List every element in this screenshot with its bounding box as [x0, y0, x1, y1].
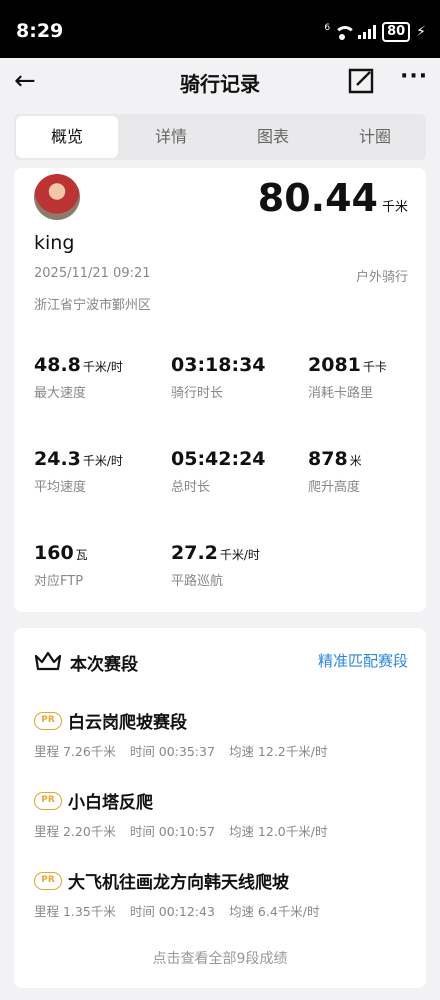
stat-value: 24.3: [34, 448, 81, 470]
battery-level: 80: [387, 24, 406, 39]
tab-bar: 概览 详情 图表 计圈: [14, 114, 426, 160]
tab-overview[interactable]: 概览: [16, 116, 118, 158]
app-header: ← 骑行记录 ···: [0, 58, 440, 108]
stat-label: 平均速度: [34, 480, 87, 495]
stat-value: 05:42:24: [171, 448, 266, 470]
username: king: [34, 232, 75, 254]
stat-unit: 瓦: [75, 548, 88, 562]
stat-value: 160: [34, 542, 74, 564]
stat-max-speed: 48.8 千米/时 最大速度: [34, 354, 123, 401]
crown-icon: [34, 651, 62, 671]
page-title: 骑行记录: [180, 72, 260, 96]
segment-time: 时间 00:12:43: [129, 904, 215, 919]
stat-label: 爬升高度: [308, 480, 361, 495]
stat-value: 2081: [308, 354, 361, 376]
stat-unit: 米: [349, 454, 362, 468]
stat-label: 消耗卡路里: [308, 386, 374, 401]
ride-type: 户外骑行: [355, 270, 408, 285]
segments-card: 本次赛段 精准匹配赛段 PR 白云岗爬坡赛段 里程 7.26千米 时间 00:35:…: [14, 628, 426, 988]
signal-icon: [358, 25, 377, 39]
stat-unit: 千米/时: [82, 360, 123, 374]
precise-match-link[interactable]: 精准匹配赛段: [318, 650, 408, 671]
more-options-icon[interactable]: ···: [400, 64, 428, 89]
stat-value: 48.8: [34, 354, 81, 376]
segment-speed: 均速 12.2千米/时: [228, 744, 328, 759]
ride-location: 浙江省宁波市鄞州区: [34, 298, 152, 313]
pr-badge-icon: PR: [34, 871, 62, 890]
segment-speed: 均速 12.0千米/时: [228, 824, 328, 839]
stat-elevation-gain: 878 米 爬升高度: [308, 448, 362, 495]
segment-distance: 里程 2.20千米: [34, 824, 116, 839]
share-icon[interactable]: [348, 68, 374, 94]
pr-badge-icon: PR: [34, 791, 62, 810]
segment-item[interactable]: PR 白云岗爬坡赛段 里程 7.26千米 时间 00:35:37 均速 12.2千米/…: [34, 708, 414, 760]
charging-icon: ⚡: [416, 24, 426, 40]
pr-badge-icon: PR: [34, 711, 62, 730]
battery-icon: 80: [382, 22, 411, 42]
segment-distance: 里程 7.26千米: [34, 744, 116, 759]
distance-unit: 千米: [381, 200, 408, 215]
segment-name: 白云岗爬坡赛段: [68, 713, 187, 733]
network-type-label: 6: [324, 23, 331, 33]
stat-total-time: 05:42:24 总时长: [171, 448, 268, 495]
stat-calories: 2081 千卡 消耗卡路里: [308, 354, 387, 401]
segment-item[interactable]: PR 小白塔反爬 里程 2.20千米 时间 00:10:57 均速 12.0千米/时: [34, 788, 414, 840]
tab-details[interactable]: 详情: [120, 114, 222, 160]
stat-unit: 千米/时: [219, 548, 260, 562]
stat-value: 03:18:34: [171, 354, 266, 376]
tab-charts[interactable]: 图表: [222, 114, 324, 160]
stat-label: 最大速度: [34, 386, 87, 401]
segment-time: 时间 00:35:37: [129, 744, 215, 759]
stat-unit: 千米/时: [82, 454, 123, 468]
stat-value: 27.2: [171, 542, 218, 564]
ride-datetime: 2025/11/21 09:21: [34, 266, 151, 281]
tab-laps[interactable]: 计圈: [324, 114, 426, 160]
segments-title: 本次赛段: [70, 655, 138, 675]
ride-summary-card: 80.44 千米 king 2025/11/21 09:21 户外骑行 浙江省宁…: [14, 168, 426, 612]
stat-value: 878: [308, 448, 348, 470]
distance-value: 80.44: [257, 176, 378, 220]
segment-name: 小白塔反爬: [68, 793, 153, 813]
stat-ftp: 160 瓦 对应FTP: [34, 542, 88, 589]
segment-speed: 均速 6.4千米/时: [228, 904, 320, 919]
avatar[interactable]: [34, 174, 80, 220]
segment-time: 时间 00:10:57: [129, 824, 215, 839]
stat-label: 总时长: [171, 480, 211, 495]
segment-item[interactable]: PR 大飞机往画龙方向韩天线爬坡 里程 1.35千米 时间 00:12:43 均速 6…: [34, 868, 414, 920]
stat-avg-speed: 24.3 千米/时 平均速度: [34, 448, 123, 495]
stat-label: 骑行时长: [171, 386, 224, 401]
total-distance: 80.44 千米: [258, 176, 408, 220]
status-time: 8:29: [16, 20, 64, 42]
stat-unit: 千卡: [362, 360, 387, 374]
segment-name: 大飞机往画龙方向韩天线爬坡: [68, 873, 289, 893]
status-bar: 8:29 6 80 ⚡: [0, 0, 440, 58]
segment-distance: 里程 1.35千米: [34, 904, 116, 919]
stat-label: 对应FTP: [34, 574, 84, 589]
stat-ride-time: 03:18:34 骑行时长: [171, 354, 268, 401]
view-all-segments-link[interactable]: 点击查看全部9段成绩: [14, 948, 426, 968]
status-icons: 6 80 ⚡: [324, 22, 426, 42]
stat-flat-cruise: 27.2 千米/时 平路巡航: [171, 542, 260, 589]
wifi-icon: [332, 24, 357, 40]
stat-label: 平路巡航: [171, 574, 224, 589]
